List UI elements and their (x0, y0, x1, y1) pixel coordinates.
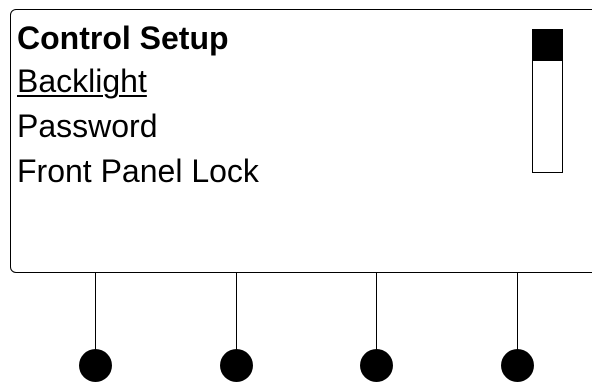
menu-item-password[interactable]: Password (17, 106, 158, 146)
softkey-1-connector (95, 273, 96, 353)
scrollbar[interactable] (532, 29, 563, 173)
scrollbar-thumb[interactable] (532, 29, 563, 61)
softkey-4-connector (517, 273, 518, 353)
softkey-2-button[interactable] (220, 349, 253, 382)
softkey-3-button[interactable] (360, 349, 393, 382)
menu-item-backlight[interactable]: Backlight (17, 61, 147, 101)
softkey-3-connector (376, 273, 377, 353)
softkey-1-button[interactable] (79, 349, 112, 382)
softkey-4-button[interactable] (501, 349, 534, 382)
menu-item-front-panel-lock[interactable]: Front Panel Lock (17, 151, 259, 191)
softkey-2-connector (236, 273, 237, 353)
menu-title: Control Setup (17, 20, 229, 56)
